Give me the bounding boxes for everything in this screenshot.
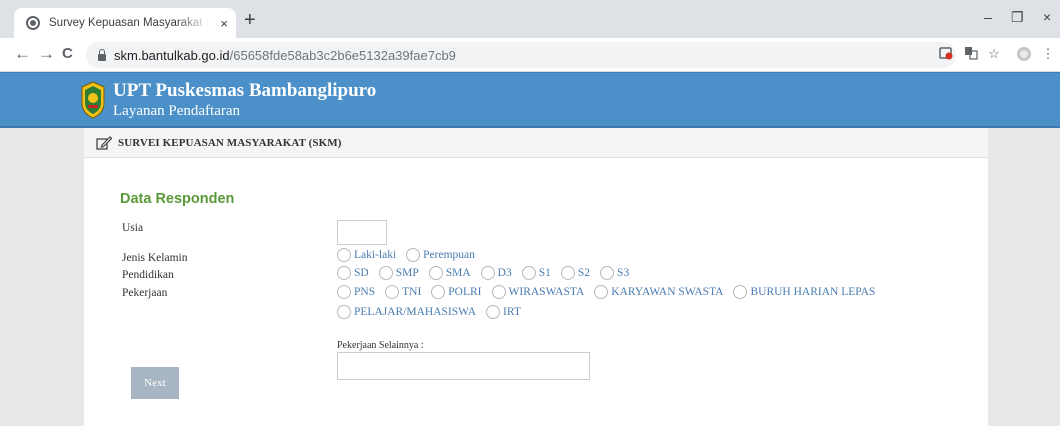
restore-button[interactable]: ❐ bbox=[1011, 9, 1024, 26]
site-header: UPT Puskesmas Bambanglipuro Layanan Pend… bbox=[0, 72, 1060, 128]
education-option-s1[interactable]: S1 bbox=[521, 266, 551, 280]
edit-icon bbox=[96, 135, 112, 150]
tab-title: Survey Kepuasan Masyarakat Kab bbox=[49, 17, 209, 29]
gender-label: Jenis Kelamin bbox=[122, 252, 188, 264]
job-label: Pekerjaan bbox=[122, 287, 168, 299]
gender-option-male[interactable]: Laki-laki bbox=[337, 248, 396, 262]
window-close-button[interactable]: × bbox=[1043, 9, 1051, 25]
new-tab-button[interactable]: + bbox=[244, 10, 256, 30]
gender-option-female[interactable]: Perempuan bbox=[406, 248, 475, 262]
age-label: Usia bbox=[122, 222, 144, 234]
job-option-polri[interactable]: POLRI bbox=[431, 285, 482, 299]
job-option-pelajar-mahasiswa[interactable]: PELAJAR/MAHASISWA bbox=[337, 305, 476, 319]
reload-button[interactable]: C bbox=[62, 44, 73, 64]
job-option-tni[interactable]: TNI bbox=[385, 285, 421, 299]
profile-icon[interactable] bbox=[1016, 46, 1032, 62]
radio-button[interactable] bbox=[733, 285, 748, 299]
back-button[interactable]: ← bbox=[14, 44, 31, 64]
radio-button[interactable] bbox=[385, 285, 400, 299]
survey-panel: SURVEI KEPUASAN MASYARAKAT (SKM) Data Re… bbox=[84, 128, 988, 426]
job-options-row-2: PELAJAR/MAHASISWA IRT bbox=[337, 305, 531, 319]
other-job-label: Pekerjaan Selainnya : bbox=[337, 340, 424, 351]
radio-button[interactable] bbox=[337, 266, 351, 280]
lock-icon bbox=[98, 48, 106, 61]
education-option-s3[interactable]: S3 bbox=[600, 266, 629, 280]
blocked-popup-icon[interactable] bbox=[938, 46, 954, 62]
job-option-pns[interactable]: PNS bbox=[337, 285, 375, 299]
radio-button[interactable] bbox=[378, 266, 393, 280]
radio-button[interactable] bbox=[406, 248, 421, 262]
tab-close-icon[interactable]: × bbox=[220, 16, 228, 31]
education-option-sd[interactable]: SD bbox=[337, 266, 369, 280]
age-input[interactable] bbox=[337, 220, 387, 245]
radio-button[interactable] bbox=[428, 266, 443, 280]
url-path: /65658fde58ab3c2b6e5132a39fae7cb9 bbox=[229, 47, 456, 63]
other-job-input[interactable] bbox=[337, 352, 590, 380]
radio-button[interactable] bbox=[431, 285, 446, 299]
radio-button[interactable] bbox=[486, 305, 501, 319]
education-option-s2[interactable]: S2 bbox=[560, 266, 590, 280]
education-label: Pendidikan bbox=[122, 269, 174, 281]
translate-icon[interactable] bbox=[963, 46, 979, 62]
radio-button[interactable] bbox=[560, 266, 575, 280]
bantul-logo bbox=[81, 81, 105, 119]
education-options: SD SMP SMA D3 S1 S2 S3 bbox=[337, 266, 639, 280]
globe-icon bbox=[26, 16, 40, 30]
panel-title: SURVEI KEPUASAN MASYARAKAT (SKM) bbox=[118, 136, 342, 149]
site-subtitle: Layanan Pendaftaran bbox=[113, 103, 241, 119]
job-options-row-1: PNS TNI POLRI WIRASWASTA KARYAWAN SWASTA… bbox=[337, 285, 885, 299]
forward-button[interactable]: → bbox=[38, 44, 55, 64]
job-option-wiraswasta[interactable]: WIRASWASTA bbox=[491, 285, 584, 299]
url-bar[interactable]: skm.bantulkab.go.id/65658fde58ab3c2b6e51… bbox=[86, 42, 956, 68]
education-option-sma[interactable]: SMA bbox=[428, 266, 471, 280]
radio-button[interactable] bbox=[521, 266, 536, 280]
panel-header: SURVEI KEPUASAN MASYARAKAT (SKM) bbox=[84, 128, 988, 158]
radio-button[interactable] bbox=[337, 248, 351, 262]
radio-button[interactable] bbox=[600, 266, 615, 280]
browser-tab-bar: Survey Kepuasan Masyarakat Kab × + – ❐ × bbox=[0, 0, 1060, 38]
site-title: UPT Puskesmas Bambanglipuro bbox=[113, 80, 377, 101]
radio-button[interactable] bbox=[337, 305, 351, 319]
education-option-smp[interactable]: SMP bbox=[378, 266, 419, 280]
radio-button[interactable] bbox=[480, 266, 495, 280]
radio-button[interactable] bbox=[594, 285, 609, 299]
address-bar-row: ← → C skm.bantulkab.go.id/65658fde58ab3c… bbox=[0, 38, 1060, 72]
job-option-irt[interactable]: IRT bbox=[486, 305, 521, 319]
bookmark-star-icon[interactable]: ☆ bbox=[986, 46, 1002, 62]
job-option-buruh-harian-lepas[interactable]: BURUH HARIAN LEPAS bbox=[733, 285, 875, 299]
next-button[interactable]: Next bbox=[131, 367, 179, 399]
url-host: skm.bantulkab.go.id bbox=[114, 47, 230, 63]
browser-tab[interactable]: Survey Kepuasan Masyarakat Kab × bbox=[14, 8, 236, 38]
gender-options: Laki-laki Perempuan bbox=[337, 248, 485, 262]
radio-button[interactable] bbox=[491, 285, 506, 299]
radio-button[interactable] bbox=[337, 285, 351, 299]
browser-menu-icon[interactable]: ⋮ bbox=[1040, 46, 1056, 62]
education-option-d3[interactable]: D3 bbox=[480, 266, 512, 280]
minimize-button[interactable]: – bbox=[984, 9, 992, 25]
job-option-karyawan-swasta[interactable]: KARYAWAN SWASTA bbox=[594, 285, 723, 299]
section-title: Data Responden bbox=[120, 191, 235, 207]
